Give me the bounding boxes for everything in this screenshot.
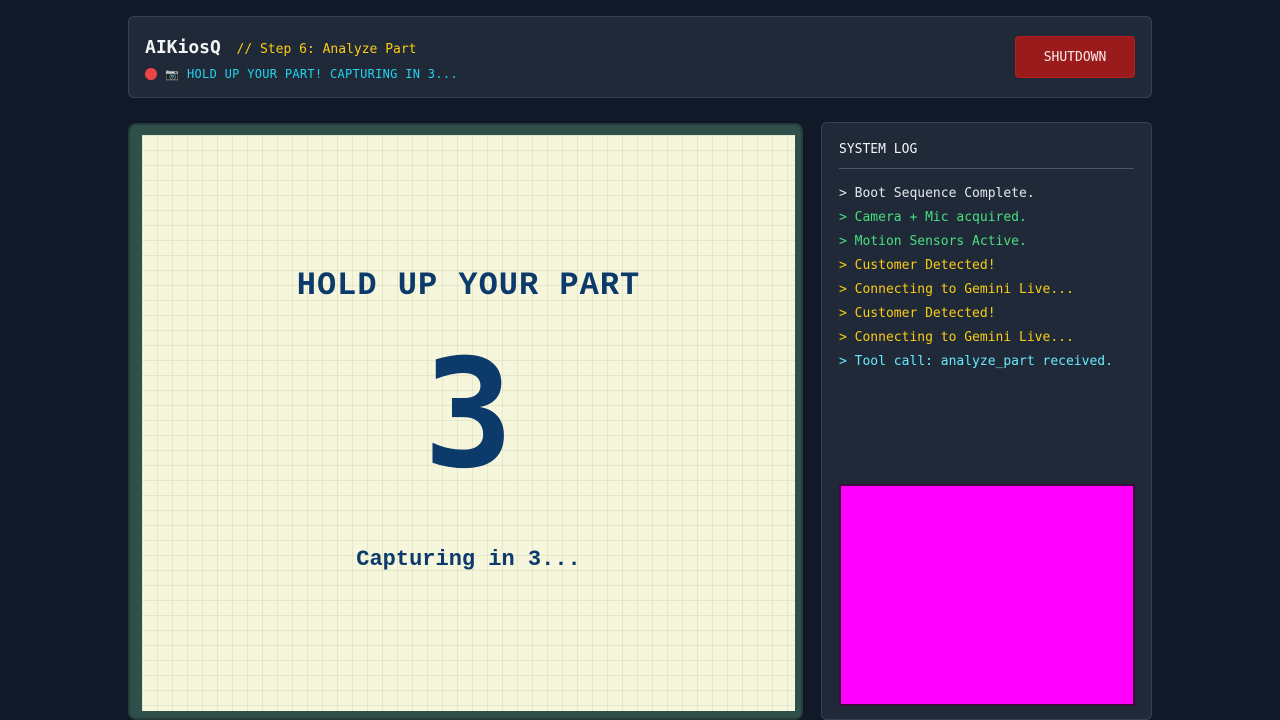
camera-viewport-frame: HOLD UP YOUR PART 3 Capturing in 3... (128, 123, 803, 720)
log-title: SYSTEM LOG (839, 142, 918, 157)
log-entry: > Camera + Mic acquired. (839, 210, 1027, 225)
title-row: AIKiosQ // Step 6: Analyze Part (145, 37, 417, 58)
camera-preview (839, 484, 1135, 706)
camera-viewport: HOLD UP YOUR PART 3 Capturing in 3... (142, 135, 795, 711)
shutdown-button[interactable]: SHUTDOWN (1015, 36, 1135, 78)
camera-icon: 📷 (165, 67, 179, 81)
prompt-title: HOLD UP YOUR PART (296, 267, 641, 304)
app-header: AIKiosQ // Step 6: Analyze Part 📷 HOLD U… (128, 16, 1152, 98)
log-list: > Boot Sequence Complete. > Camera + Mic… (839, 185, 1141, 377)
status-row: 📷 HOLD UP YOUR PART! CAPTURING IN 3... (145, 67, 458, 81)
system-log-panel: SYSTEM LOG > Boot Sequence Complete. > C… (821, 122, 1152, 720)
recording-indicator-icon (145, 68, 157, 80)
countdown-number: 3 (423, 328, 514, 502)
log-divider (839, 168, 1134, 169)
status-text: HOLD UP YOUR PART! CAPTURING IN 3... (187, 67, 458, 81)
log-entry: > Tool call: analyze_part received. (839, 354, 1113, 369)
log-entry: > Boot Sequence Complete. (839, 186, 1035, 201)
step-label: // Step 6: Analyze Part (236, 42, 417, 57)
app-title: AIKiosQ (145, 37, 221, 58)
capture-status-text: Capturing in 3... (356, 547, 581, 572)
log-entry: > Customer Detected! (839, 258, 996, 273)
log-entry: > Customer Detected! (839, 306, 996, 321)
log-entry: > Connecting to Gemini Live... (839, 330, 1074, 345)
log-entry: > Connecting to Gemini Live... (839, 282, 1074, 297)
log-entry: > Motion Sensors Active. (839, 234, 1027, 249)
